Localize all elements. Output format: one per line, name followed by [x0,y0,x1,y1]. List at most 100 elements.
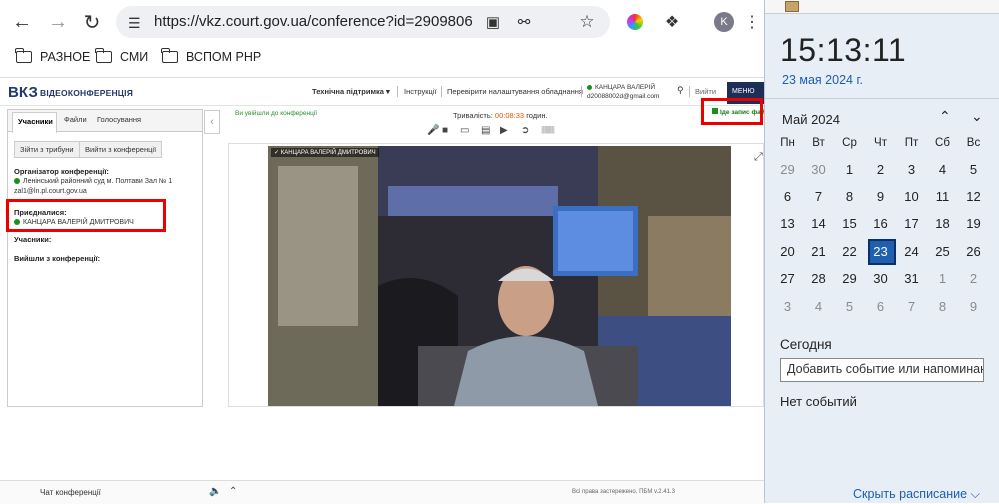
bookmark-folder-2[interactable]: СМИ [95,48,148,64]
check-equipment-link[interactable]: Перевірити налаштування обладнання [447,87,583,96]
tab-files[interactable]: Файли [64,115,87,124]
url-text[interactable]: https://vkz.court.gov.ua/conference?id=2… [154,13,473,30]
leave-conference-button[interactable]: Вийти з конференції [79,141,163,158]
participants-panel: Учасники Файли Голосування Зійти з трибу… [7,109,203,407]
clock-date[interactable]: 23 мая 2024 г. [782,73,863,87]
hide-schedule-link[interactable]: Скрыть расписание ⌵ [853,487,980,502]
chevron-up-icon[interactable]: ⌃ [939,108,951,125]
calendar-day[interactable]: 20 [772,239,803,265]
speaker-icon[interactable]: 🔈 [209,486,221,497]
calendar-day[interactable]: 1 [834,157,865,183]
folder-icon [785,1,799,12]
calendar-day[interactable]: 7 [896,294,927,320]
star-icon[interactable]: ☆ [573,8,601,36]
camera-toggle-icon[interactable]: ■ [442,125,448,136]
add-event-input[interactable]: Добавить событие или напоминание [780,358,984,382]
support-link[interactable]: Технічна підтримка ▾ [312,87,390,96]
browser-menu-icon[interactable]: ⋮ [738,8,766,36]
reload-icon[interactable]: ↻ [78,8,106,36]
calendar-day[interactable]: 30 [803,157,834,183]
back-icon[interactable]: ← [8,8,36,36]
profile-avatar[interactable]: K [710,8,738,36]
fullscreen-icon[interactable]: ⤢ [754,151,763,164]
calendar-day[interactable]: 5 [834,294,865,320]
instructions-link[interactable]: Інструкції [404,87,437,96]
participant-video[interactable] [268,146,731,406]
calendar-day[interactable]: 12 [958,184,989,210]
screen-share-icon[interactable]: ▭ [460,125,469,136]
calendar-day[interactable]: 4 [927,157,958,183]
calendar-day[interactable]: 29 [772,157,803,183]
video-frame-image [268,146,731,406]
key-icon[interactable]: ⚯ [510,8,538,36]
calendar-day[interactable]: 28 [803,266,834,292]
calendar-day[interactable]: 2 [865,157,896,183]
calendar-day[interactable]: 3 [772,294,803,320]
calendar-month[interactable]: Май 2024 [782,112,840,127]
divider [765,98,999,99]
tab-participants[interactable]: Учасники [12,112,57,133]
weekday-label: Чт [874,137,887,149]
site-logo-subtitle: ВІДЕОКОНФЕРЕНЦІЯ [40,88,134,98]
calendar-day[interactable]: 5 [958,157,989,183]
megaphone-icon[interactable]: ▶ [500,125,508,136]
collapse-panel-button[interactable]: ‹ [204,110,220,134]
calendar-day[interactable]: 11 [927,184,958,210]
calendar-day[interactable]: 8 [927,294,958,320]
calendar-day[interactable]: 9 [865,184,896,210]
user-info[interactable]: КАНЦАРА ВАЛЕРІЙ d20088002d@gmail.com [587,83,659,101]
chat-bar[interactable]: Чат конференції 🔈 ⌃ Всі права застережен… [0,480,764,504]
calendar-day[interactable]: 17 [896,211,927,237]
microphone-icon[interactable]: 🎤 [427,125,439,136]
calendar-day[interactable]: 29 [834,266,865,292]
pin-icon[interactable]: ⚲ [677,85,684,96]
copyright: Всі права застережено. ПБМ v.2.41.3 [572,489,675,495]
camera-icon[interactable]: ▣ [479,8,507,36]
extension-color-icon[interactable] [621,8,649,36]
calendar-day[interactable]: 13 [772,211,803,237]
weekday-label: Ср [842,137,857,149]
extensions-icon[interactable]: ❖ [658,8,686,36]
calendar-day[interactable]: 10 [896,184,927,210]
conference-status: Ви увійшли до конференції [235,110,318,117]
chevron-up-icon[interactable]: ⌃ [229,486,237,497]
calendar-day[interactable]: 27 [772,266,803,292]
folder-icon [95,48,112,63]
calendar-day[interactable]: 3 [896,157,927,183]
calendar-day[interactable]: 2 [958,266,989,292]
calendar-day[interactable]: 30 [865,266,896,292]
weekday-label: Пт [904,137,919,149]
calendar-day[interactable]: 21 [803,239,834,265]
calendar-day[interactable]: 16 [865,211,896,237]
site-settings-icon[interactable]: ☰ [128,15,141,32]
site-logo[interactable]: ВКЗ [8,84,38,101]
calendar-day[interactable]: 15 [834,211,865,237]
document-icon[interactable]: ▤ [481,125,490,136]
calendar-day[interactable]: 18 [927,211,958,237]
calendar-day[interactable]: 26 [958,239,989,265]
calendar-day[interactable]: 1 [927,266,958,292]
calendar-day[interactable]: 6 [865,294,896,320]
calendar-day[interactable]: 31 [896,266,927,292]
calendar-day[interactable]: 6 [772,184,803,210]
logout-link[interactable]: Вийти [695,87,716,96]
calendar-day[interactable]: 7 [803,184,834,210]
forward-icon[interactable]: → [44,8,72,36]
calendar-day[interactable]: 9 [958,294,989,320]
calendar-day[interactable]: 22 [834,239,865,265]
calendar-day-today[interactable]: 23 [865,239,896,265]
calendar-day[interactable]: 8 [834,184,865,210]
bookmark-folder-3[interactable]: ВСПОМ РНР [161,48,261,64]
leave-tribune-button[interactable]: Зійти з трибуни [14,141,80,158]
calendar-day[interactable]: 25 [927,239,958,265]
chevron-down-icon[interactable]: ⌄ [971,108,983,125]
calendar-day[interactable]: 19 [958,211,989,237]
bookmark-folder-1[interactable]: РАЗНОЕ [15,48,90,64]
tab-voting[interactable]: Голосування [97,115,141,124]
browser-toolbar: ← → ↻ ☰ https://vkz.court.gov.ua/confere… [0,0,764,77]
calendar-day[interactable]: 4 [803,294,834,320]
calendar-day[interactable]: 14 [803,211,834,237]
calendar-day[interactable]: 24 [896,239,927,265]
exit-icon[interactable]: ➲ [521,125,529,136]
chat-label[interactable]: Чат конференції [40,488,101,497]
